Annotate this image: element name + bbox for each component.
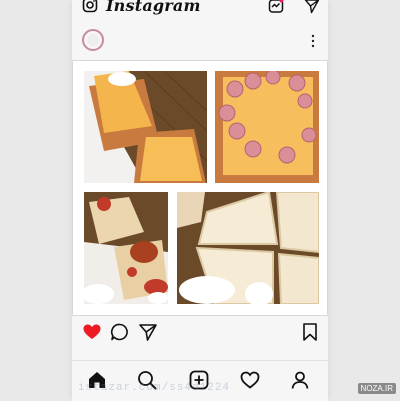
collage-image-cheese-toast <box>84 71 207 183</box>
collage-image-sauce-sandwich <box>84 192 168 304</box>
avatar[interactable] <box>82 29 104 51</box>
heart-filled-icon[interactable] <box>82 322 102 342</box>
phone-frame: Instagram <box>72 0 328 401</box>
watermark-left: istazar.com/ss4d1224 <box>78 382 231 394</box>
bottom-nav <box>72 360 328 401</box>
app-title: Instagram <box>106 0 201 15</box>
heart-icon[interactable] <box>239 369 261 391</box>
collage-image-sausage-toast <box>215 71 319 183</box>
top-bar: Instagram <box>72 0 328 18</box>
post-header <box>72 26 328 58</box>
camera-icon[interactable] <box>82 0 98 13</box>
avatar-image <box>87 34 99 46</box>
send-icon[interactable] <box>304 0 320 14</box>
more-vertical-icon[interactable] <box>310 34 316 48</box>
bookmark-icon[interactable] <box>300 322 320 342</box>
collage-image-triangle-sandwich <box>177 192 319 304</box>
post-actions <box>72 318 328 346</box>
post-image-collage[interactable] <box>72 60 328 316</box>
profile-icon[interactable] <box>289 369 311 391</box>
share-send-icon[interactable] <box>138 322 158 342</box>
comment-icon[interactable] <box>110 322 130 342</box>
watermark-right: NOZA.IR <box>357 383 396 394</box>
activity-icon[interactable] <box>268 0 284 14</box>
